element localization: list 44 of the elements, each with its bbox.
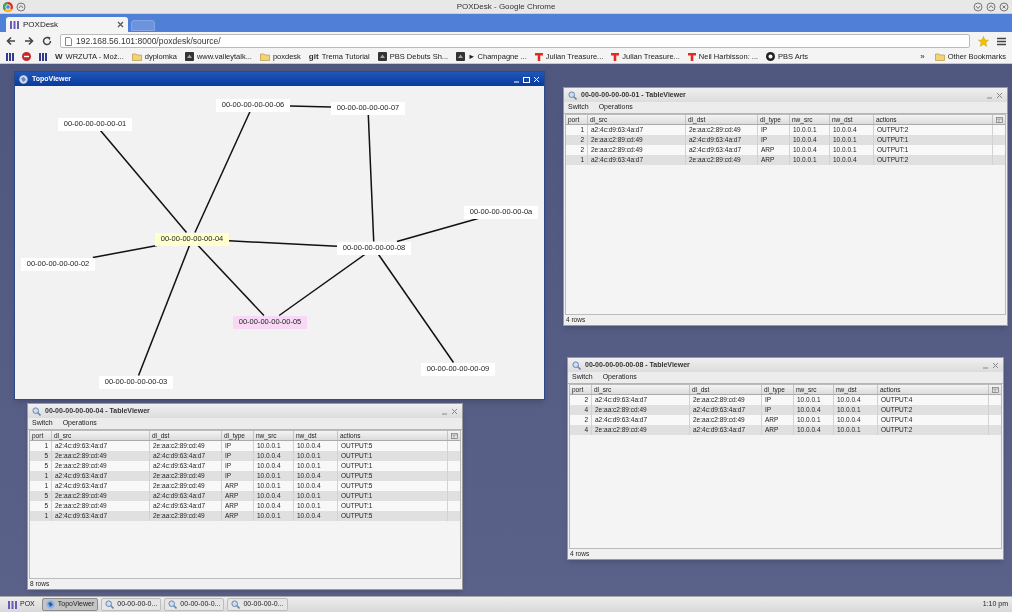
forward-icon[interactable] bbox=[24, 36, 34, 46]
pox-icon bbox=[10, 20, 19, 29]
pox-icon[interactable] bbox=[6, 52, 14, 61]
folder-icon bbox=[934, 52, 945, 61]
t-letter-icon bbox=[534, 52, 543, 61]
reload-icon[interactable] bbox=[42, 36, 52, 46]
browser-tab[interactable]: POXDesk bbox=[6, 17, 128, 32]
search-icon bbox=[572, 360, 581, 370]
minimize-icon[interactable] bbox=[973, 1, 983, 12]
column-menu-icon[interactable] bbox=[991, 386, 999, 393]
round-site-icon[interactable] bbox=[22, 52, 31, 61]
search-icon bbox=[231, 600, 241, 609]
menu-icon[interactable] bbox=[997, 36, 1006, 46]
globe-icon bbox=[19, 74, 28, 84]
window-menu-icon[interactable] bbox=[16, 1, 26, 12]
search-icon bbox=[568, 90, 577, 100]
link-line bbox=[289, 105, 332, 108]
globe-icon bbox=[45, 600, 55, 609]
maximize-icon[interactable] bbox=[986, 1, 996, 12]
t-letter-icon bbox=[611, 52, 620, 61]
search-icon bbox=[32, 406, 41, 416]
site-icon: W bbox=[55, 50, 63, 63]
back-icon[interactable] bbox=[6, 36, 16, 46]
site-icon bbox=[184, 52, 194, 61]
more-bookmarks-button[interactable]: » bbox=[920, 50, 925, 63]
column-menu-icon[interactable] bbox=[450, 432, 458, 439]
search-icon bbox=[168, 600, 178, 609]
pox-icon bbox=[8, 600, 17, 609]
t-letter-icon bbox=[687, 52, 696, 61]
folder-icon bbox=[131, 52, 142, 61]
page-icon bbox=[65, 36, 72, 46]
column-menu-icon[interactable] bbox=[995, 116, 1003, 123]
pox-icon[interactable] bbox=[39, 52, 47, 61]
address-field[interactable]: 192.168.56.101:8000/poxdesk/source/ bbox=[60, 34, 970, 48]
window-title: POXDesk - Google Chrome bbox=[456, 0, 556, 13]
site-icon bbox=[377, 52, 387, 61]
folder-icon bbox=[259, 52, 270, 61]
bookmark-star-icon[interactable] bbox=[978, 35, 989, 47]
site-icon: git bbox=[308, 50, 319, 63]
search-icon bbox=[105, 600, 115, 609]
chrome-logo-icon bbox=[3, 1, 13, 12]
tab-title: POXDesk bbox=[23, 18, 60, 31]
site-icon bbox=[456, 52, 466, 61]
close-icon[interactable] bbox=[117, 21, 124, 28]
